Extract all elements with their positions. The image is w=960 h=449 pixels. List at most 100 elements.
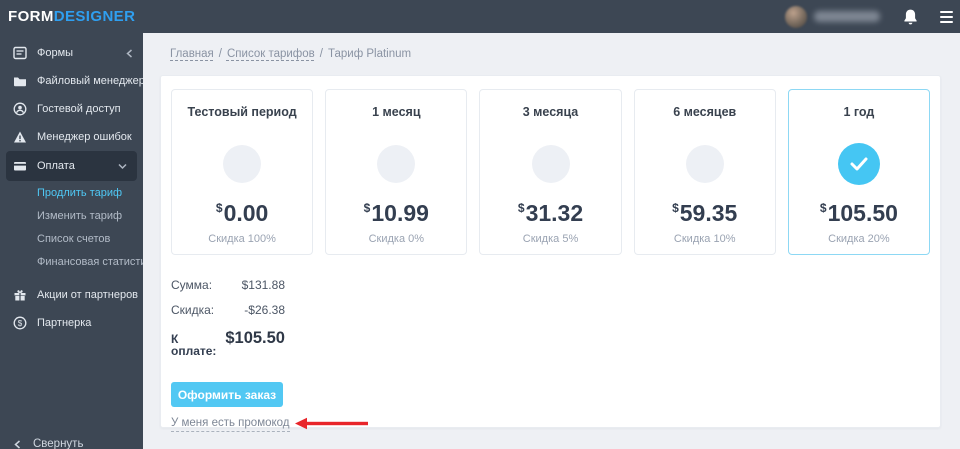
price-amount: 31.32 (525, 200, 584, 226)
place-order-button[interactable]: Оформить заказ (171, 382, 283, 407)
summary-row-discount: Скидка: -$26.38 (171, 304, 285, 316)
plan-card-3-months[interactable]: 3 месяца $31.32 Скидка 5% (479, 89, 622, 255)
plan-radio-unchecked[interactable] (377, 145, 416, 183)
plan-title: 6 месяцев (673, 105, 737, 119)
hamburger-menu-icon[interactable] (940, 8, 953, 26)
currency-symbol: $ (215, 201, 223, 215)
app-logo[interactable]: FORMDESIGNER (8, 8, 135, 25)
breadcrumb: Главная / Список тарифов / Тариф Platinum (170, 48, 411, 60)
chevron-left-icon (14, 439, 21, 449)
plan-price: $59.35 (672, 202, 737, 225)
plan-discount: Скидка 5% (522, 233, 579, 245)
sidebar-subitem-change-tariff[interactable]: Изменить тариф (0, 204, 143, 227)
topbar-right-group (785, 5, 960, 28)
form-icon (12, 46, 27, 61)
guest-access-icon (12, 102, 27, 117)
promo-code-link[interactable]: У меня есть промокод (171, 416, 290, 432)
price-amount: 59.35 (679, 200, 738, 226)
currency-symbol: $ (819, 201, 827, 215)
sidebar-subitem-prolong-tariff[interactable]: Продлить тариф (0, 181, 143, 204)
sidebar-subitem-invoice-list[interactable]: Список счетов (0, 227, 143, 250)
user-avatar[interactable] (785, 5, 807, 28)
breadcrumb-current-page: Тариф Platinum (327, 48, 412, 60)
plan-cards-row: Тестовый период $0.00 Скидка 100% 1 меся… (171, 89, 931, 255)
price-amount: 10.99 (371, 200, 429, 226)
svg-text:$: $ (17, 319, 22, 328)
error-manager-icon (12, 130, 27, 145)
plan-price: $105.50 (820, 202, 898, 225)
plan-discount: Скидка 10% (673, 233, 736, 245)
plan-title: 1 месяц (372, 105, 421, 119)
notifications-bell-icon[interactable] (902, 8, 919, 26)
sidebar-nav: Формы Файловый менеджер Гостевой доступ … (0, 33, 143, 337)
red-arrow-annotation (294, 417, 369, 430)
currency-symbol: $ (363, 201, 371, 215)
plan-title: Тестовый период (187, 105, 297, 119)
payment-icon (12, 159, 27, 174)
plan-card-trial[interactable]: Тестовый период $0.00 Скидка 100% (171, 89, 314, 255)
plan-price: $31.32 (518, 202, 583, 225)
summary-value: $105.50 (225, 329, 285, 347)
logo-text-form: FORM (8, 8, 54, 25)
price-amount: 0.00 (223, 200, 269, 226)
plan-card-6-months[interactable]: 6 месяцев $59.35 Скидка 10% (633, 89, 776, 255)
sidebar-item-label: Партнерка (37, 317, 92, 329)
chevron-down-icon (118, 163, 127, 170)
user-name-redacted[interactable] (814, 11, 880, 22)
plan-card-1-year-selected[interactable]: 1 год $105.50 Скидка 20% (787, 89, 931, 255)
sidebar-nav-bottom: Акции от партнеров $ Партнерка (0, 281, 143, 337)
chevron-left-icon (126, 48, 133, 58)
sub-item-label: Изменить тариф (37, 209, 123, 222)
currency-symbol: $ (672, 201, 679, 215)
sub-item-label: Список счетов (37, 232, 111, 245)
breadcrumb-home-link[interactable]: Главная (170, 48, 214, 60)
file-manager-icon (12, 74, 27, 89)
sidebar: Формы Файловый менеджер Гостевой доступ … (0, 33, 143, 449)
plan-title: 3 месяца (522, 105, 579, 119)
order-summary: Сумма: $131.88 Скидка: -$26.38 К оплате:… (171, 279, 285, 357)
plan-discount: Скидка 20% (828, 233, 890, 245)
sidebar-item-guest-access[interactable]: Гостевой доступ (0, 95, 143, 123)
summary-label: Сумма: (171, 278, 213, 292)
summary-value: $131.88 (241, 278, 285, 292)
plan-radio-unchecked[interactable] (223, 145, 262, 183)
dollar-icon: $ (12, 316, 27, 331)
sidebar-item-error-manager[interactable]: Менеджер ошибок (0, 123, 143, 151)
sub-item-label: Продлить тариф (37, 186, 123, 199)
sidebar-item-partner-promos[interactable]: Акции от партнеров (0, 281, 143, 309)
summary-row-total: К оплате: $105.50 (171, 330, 285, 357)
plan-price: $0.00 (216, 202, 268, 225)
sidebar-item-affiliate[interactable]: $ Партнерка (0, 309, 143, 337)
sidebar-item-payment[interactable]: Оплата (6, 151, 137, 181)
sidebar-item-label: Оплата (37, 160, 75, 172)
plan-radio-unchecked[interactable] (531, 145, 570, 183)
price-amount: 105.50 (827, 200, 898, 226)
main-content: Главная / Список тарифов / Тариф Platinum Те… (143, 33, 960, 449)
sidebar-item-label: Менеджер ошибок (37, 131, 132, 143)
sidebar-item-forms[interactable]: Формы (0, 39, 143, 67)
breadcrumb-tariff-list-link[interactable]: Список тарифов (227, 48, 315, 60)
summary-label: К оплате: (171, 332, 217, 358)
plan-card-1-month[interactable]: 1 месяц $10.99 Скидка 0% (325, 89, 468, 255)
sidebar-item-label: Акции от партнеров (37, 289, 139, 301)
logo-text-designer: DESIGNER (53, 8, 136, 25)
collapse-label: Свернуть (33, 438, 84, 449)
summary-label: Скидка: (171, 303, 215, 317)
plan-discount: Скидка 100% (208, 233, 276, 245)
top-bar: FORMDESIGNER (0, 0, 960, 33)
plan-title: 1 год (843, 105, 875, 119)
sidebar-subitem-financial-stats[interactable]: Финансовая статистика (0, 250, 143, 273)
plan-discount: Скидка 0% (368, 233, 425, 245)
currency-symbol: $ (517, 201, 525, 215)
breadcrumb-separator: / (319, 48, 323, 60)
checkmark-icon (850, 157, 868, 171)
sidebar-collapse-button[interactable]: Свернуть (14, 438, 83, 449)
sidebar-item-label: Формы (37, 47, 74, 59)
sidebar-item-file-manager[interactable]: Файловый менеджер (0, 67, 143, 95)
sub-item-label: Финансовая статистика (37, 255, 143, 268)
summary-row-sum: Сумма: $131.88 (171, 279, 285, 291)
tariff-panel: Тестовый период $0.00 Скидка 100% 1 меся… (160, 75, 941, 432)
sidebar-item-label: Файловый менеджер (37, 75, 143, 87)
plan-radio-unchecked[interactable] (685, 145, 724, 183)
plan-radio-checked[interactable] (837, 143, 880, 185)
